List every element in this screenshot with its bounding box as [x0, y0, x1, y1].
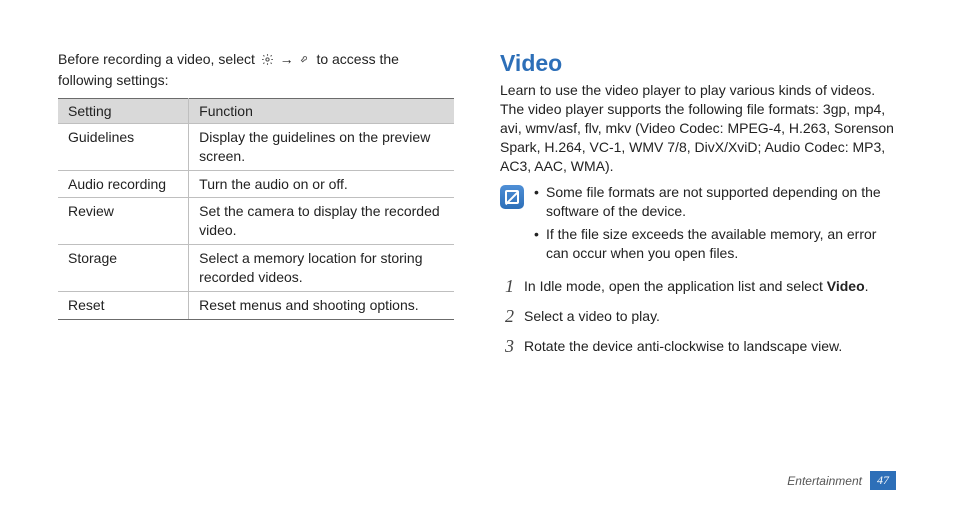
cell-function: Select a memory location for storing rec… — [189, 245, 454, 292]
cell-function: Turn the audio on or off. — [189, 170, 454, 198]
step-suffix: . — [865, 278, 869, 294]
cell-setting: Guidelines — [58, 123, 189, 170]
body-paragraph: Learn to use the video player to play va… — [500, 81, 896, 175]
wrench-icon — [300, 52, 311, 71]
note-item: If the file size exceeds the available m… — [534, 225, 896, 263]
th-function: Function — [189, 98, 454, 123]
cell-setting: Audio recording — [58, 170, 189, 198]
table-row: Storage Select a memory location for sto… — [58, 245, 454, 292]
cell-setting: Storage — [58, 245, 189, 292]
steps-list: 1 In Idle mode, open the application lis… — [500, 277, 896, 356]
gear-icon — [261, 52, 274, 71]
page-footer: Entertainment 47 — [787, 471, 896, 490]
cell-setting: Review — [58, 198, 189, 245]
intro-arrow: → — [280, 51, 298, 67]
right-column: Video Learn to use the video player to p… — [500, 50, 896, 366]
th-setting: Setting — [58, 98, 189, 123]
note-list: Some file formats are not supported depe… — [534, 183, 896, 267]
intro-prefix: Before recording a video, select — [58, 51, 259, 67]
step-item: 2 Select a video to play. — [500, 307, 896, 327]
cell-setting: Reset — [58, 292, 189, 320]
step-text: Select a video to play. — [524, 307, 660, 326]
cell-function: Reset menus and shooting options. — [189, 292, 454, 320]
footer-page-number: 47 — [870, 471, 896, 490]
table-row: Guidelines Display the guidelines on the… — [58, 123, 454, 170]
left-column: Before recording a video, select → to ac… — [58, 50, 454, 366]
step-prefix: In Idle mode, open the application list … — [524, 278, 827, 294]
step-text: Rotate the device anti-clockwise to land… — [524, 337, 842, 356]
cell-function: Set the camera to display the recorded v… — [189, 198, 454, 245]
table-row: Audio recording Turn the audio on or off… — [58, 170, 454, 198]
section-heading: Video — [500, 50, 896, 77]
step-item: 3 Rotate the device anti-clockwise to la… — [500, 337, 896, 357]
note-icon — [500, 185, 524, 209]
step-prefix: Select a video to play. — [524, 308, 660, 324]
step-number: 3 — [500, 337, 514, 357]
intro-text: Before recording a video, select → to ac… — [58, 50, 454, 90]
note-item: Some file formats are not supported depe… — [534, 183, 896, 221]
cell-function: Display the guidelines on the preview sc… — [189, 123, 454, 170]
table-row: Review Set the camera to display the rec… — [58, 198, 454, 245]
step-item: 1 In Idle mode, open the application lis… — [500, 277, 896, 297]
footer-section-label: Entertainment — [787, 474, 862, 488]
step-number: 2 — [500, 307, 514, 327]
table-row: Reset Reset menus and shooting options. — [58, 292, 454, 320]
step-bold: Video — [827, 278, 865, 294]
step-prefix: Rotate the device anti-clockwise to land… — [524, 338, 842, 354]
settings-table: Setting Function Guidelines Display the … — [58, 98, 454, 320]
step-number: 1 — [500, 277, 514, 297]
note-block: Some file formats are not supported depe… — [500, 183, 896, 267]
step-text: In Idle mode, open the application list … — [524, 277, 869, 296]
